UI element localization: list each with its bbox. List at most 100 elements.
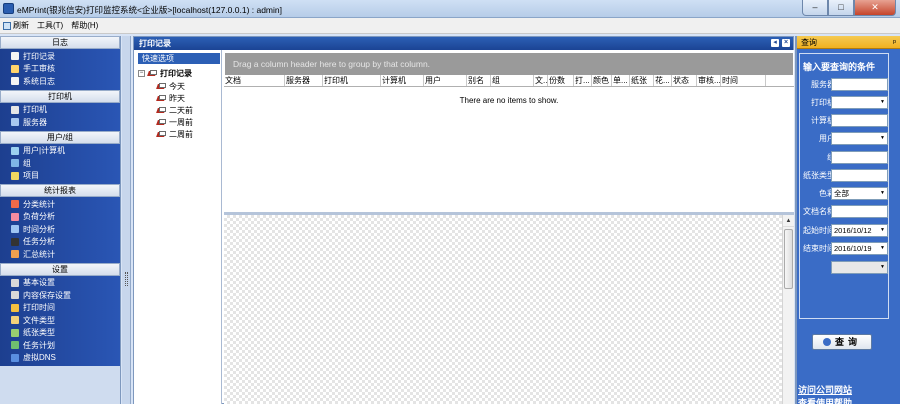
empty-message: There are no items to show. [459,96,559,105]
sidebar-item[interactable]: 任务计划 [0,339,120,352]
sidebar-item[interactable]: 内容保存设置 [0,289,120,302]
query-select[interactable] [831,261,888,274]
print-time-icon [11,303,19,312]
menu-help[interactable]: 帮助(H) [71,20,98,31]
nav-section-header[interactable]: 统计报表 [0,184,120,197]
query-select[interactable] [831,132,888,145]
close-button[interactable]: ✕ [854,0,896,16]
query-select[interactable]: 2016/10/12 [831,224,888,237]
menu-refresh[interactable]: 刷新 [3,20,29,31]
window-controls: – □ ✕ [802,0,896,16]
column-header[interactable]: 状态 [672,75,697,86]
menu-bar: 刷新 工具(T) 帮助(H) [0,18,900,34]
sidebar-item[interactable]: 服务器 [0,116,120,129]
column-header[interactable]: 文... [534,75,548,86]
collapse-toggle[interactable]: − [138,70,145,77]
tree-node[interactable]: 二天前 [156,105,193,116]
sidebar-item[interactable]: 项目 [0,170,120,183]
splitter-grip[interactable] [125,272,128,286]
column-header[interactable]: 颜色 [592,75,612,86]
column-header[interactable]: 审核... [697,75,721,86]
query-input[interactable] [831,114,888,127]
column-header[interactable]: 花... [654,75,672,86]
tree-node[interactable]: 二周前 [156,129,193,140]
tree-root[interactable]: − 打印记录 [138,68,192,79]
query-input[interactable] [831,205,888,218]
scroll-thumb[interactable] [784,229,793,289]
sidebar-item[interactable]: 基本设置 [0,277,120,290]
nav-arrow-icon[interactable]: ◂ [771,39,779,47]
sidebar-item[interactable]: 任务分析 [0,236,120,249]
sidebar-item[interactable]: 时间分析 [0,223,120,236]
query-select[interactable] [831,96,888,109]
query-input[interactable] [831,151,888,164]
query-select[interactable]: 2016/10/19 [831,242,888,255]
sidebar-item-label: 手工审核 [23,64,55,74]
sidebar-item[interactable]: 文件类型 [0,314,120,327]
virtual-dns-icon [11,353,19,362]
column-header[interactable]: 计算机 [381,75,424,86]
sidebar-item[interactable]: 分类统计 [0,198,120,211]
preview-scrollbar[interactable]: ▲ [782,215,794,404]
column-header[interactable]: 用户 [424,75,467,86]
maximize-button[interactable]: □ [828,0,854,16]
scroll-up-icon[interactable]: ▲ [783,215,794,227]
nav-section-header[interactable]: 设置 [0,262,120,276]
sidebar-item-label: 任务分析 [23,237,55,247]
left-splitter[interactable] [122,36,131,404]
help-link[interactable]: 查看使用帮助 [798,396,852,404]
tree-node[interactable]: 今天 [156,81,185,92]
sidebar-item[interactable]: 打印时间 [0,302,120,315]
query-select[interactable]: 全部 [831,187,888,200]
group-by-area[interactable]: Drag a column header here to group by th… [225,53,793,75]
sidebar-item-label: 虚拟DNS [23,353,56,363]
query-input[interactable] [831,78,888,91]
column-headers: 文档服务器打印机计算机用户别名组文...份数打...颜色单...纸张花...状态… [224,75,794,87]
column-header[interactable]: 组 [491,75,534,86]
nav-section-items: 基本设置 内容保存设置打印时间 文件类型 纸张类型 任务计划 虚拟DNS [0,275,120,366]
nav-section-header[interactable]: 打印机 [0,89,120,103]
sidebar-item-label: 服务器 [23,117,47,127]
sidebar-item[interactable]: 打印记录 [0,50,120,63]
sidebar-item[interactable]: 打印机 [0,104,120,117]
sidebar-item[interactable]: 手工审核 [0,63,120,76]
sidebar-item[interactable]: 用户|计算机 [0,145,120,158]
column-header[interactable]: 文档 [224,75,285,86]
sidebar-item[interactable]: 负荷分析 [0,211,120,224]
close-document-icon[interactable]: × [782,39,790,47]
summary-stats-icon [11,250,19,259]
column-header[interactable]: 纸张 [630,75,654,86]
query-field-row: 组 [800,151,892,164]
tree-node-label: 今天 [169,82,185,91]
query-body: 输入要查询的条件 服务器打印机计算机用户组纸张类型色彩全部文档名称起始时间201… [797,49,900,404]
sidebar-item[interactable]: 汇总统计 [0,248,120,261]
query-input[interactable] [831,169,888,182]
company-website-link[interactable]: 访问公司网站 [798,383,852,396]
basic-settings-icon [11,278,19,287]
sidebar-item[interactable]: 组 [0,157,120,170]
document-header: 打印记录 ◂ × [134,37,793,50]
column-header[interactable]: 服务器 [285,75,323,86]
minimize-button[interactable]: – [802,0,828,16]
pin-icon[interactable]: ᵖ [893,36,896,49]
tree-node[interactable]: 一周前 [156,117,193,128]
query-button[interactable]: 查询 [812,334,872,350]
sidebar-item[interactable]: 纸张类型 [0,327,120,340]
column-header[interactable]: 份数 [548,75,574,86]
sidebar-item-label: 内容保存设置 [23,290,71,300]
column-header[interactable]: 打... [574,75,592,86]
query-panel-header: 查询 ᵖ [797,36,900,49]
menu-tools[interactable]: 工具(T) [37,20,63,31]
sidebar-item[interactable]: 系统日志 [0,75,120,88]
column-header[interactable]: 单... [612,75,630,86]
nav-section-header[interactable]: 用户/组 [0,130,120,144]
task-plan-icon [11,341,19,350]
sidebar-item-label: 负荷分析 [23,212,55,222]
column-header[interactable]: 时间 [721,75,766,86]
nav-section-header[interactable]: 日志 [0,36,120,49]
column-header[interactable]: 别名 [467,75,491,86]
task-analysis-icon [11,237,19,246]
tree-node[interactable]: 昨天 [156,93,185,104]
sidebar-item[interactable]: 虚拟DNS [0,352,120,365]
column-header[interactable]: 打印机 [323,75,381,86]
